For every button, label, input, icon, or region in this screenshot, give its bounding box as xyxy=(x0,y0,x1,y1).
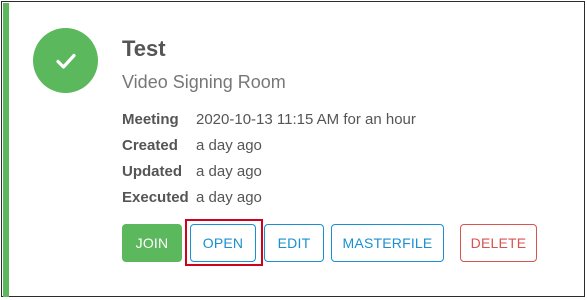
join-button[interactable]: JOIN xyxy=(122,224,182,262)
room-subtitle: Video Signing Room xyxy=(122,72,286,92)
detail-value: 2020-10-13 11:15 AM for an hour xyxy=(196,110,416,128)
detail-label: Created xyxy=(122,136,178,154)
detail-value: a day ago xyxy=(196,188,262,206)
room-title: Test xyxy=(122,36,166,61)
detail-row-executed: Executed a day ago xyxy=(122,184,416,210)
detail-row-meeting: Meeting 2020-10-13 11:15 AM for an hour xyxy=(122,106,416,132)
detail-label: Executed xyxy=(122,188,189,206)
detail-value: a day ago xyxy=(196,162,262,180)
delete-button[interactable]: DELETE xyxy=(460,224,537,262)
status-accent-bar xyxy=(3,3,9,297)
edit-button[interactable]: EDIT xyxy=(264,224,324,262)
masterfile-button[interactable]: MASTERFILE xyxy=(331,224,444,262)
room-card: Test Video Signing Room Meeting 2020-10-… xyxy=(1,1,585,297)
open-button[interactable]: OPEN xyxy=(190,224,256,262)
detail-label: Meeting xyxy=(122,110,179,128)
detail-row-updated: Updated a day ago xyxy=(122,158,416,184)
detail-label: Updated xyxy=(122,162,182,180)
status-badge xyxy=(33,28,98,93)
checkmark-icon xyxy=(55,53,76,69)
detail-value: a day ago xyxy=(196,136,262,154)
room-details: Meeting 2020-10-13 11:15 AM for an hour … xyxy=(122,106,416,210)
detail-row-created: Created a day ago xyxy=(122,132,416,158)
